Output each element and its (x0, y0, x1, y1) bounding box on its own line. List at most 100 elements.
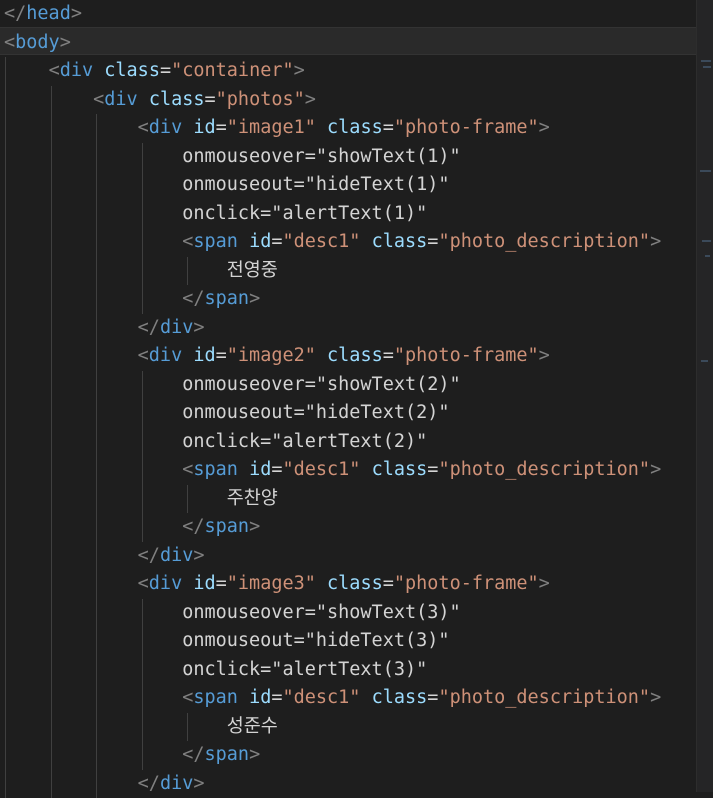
code-token (360, 459, 371, 480)
code-token: "image1" (227, 117, 316, 138)
code-token: class (372, 687, 428, 708)
code-token: onclick="alertText(2)" (4, 431, 427, 452)
code-line[interactable]: onmouseout="hideText(3)" (4, 627, 450, 656)
code-token: onmouseover="showText(2)" (4, 374, 461, 395)
code-line[interactable]: onmouseover="showText(2)" (4, 371, 461, 400)
vertical-scrollbar[interactable] (696, 0, 713, 792)
code-line[interactable]: 성준수 (4, 713, 278, 742)
code-line[interactable]: </div> (4, 314, 205, 343)
code-token: class (372, 231, 428, 252)
code-line[interactable]: <span id="desc1" class="photo_descriptio… (4, 228, 661, 257)
code-token (360, 687, 371, 708)
code-token (182, 573, 193, 594)
code-token: > (71, 3, 82, 24)
code-token (182, 345, 193, 366)
code-token: > (539, 345, 550, 366)
code-token: class (327, 345, 383, 366)
code-line[interactable]: <div id="image1" class="photo-frame"> (4, 114, 550, 143)
code-token: </ (138, 773, 160, 794)
code-line[interactable]: onmouseout="hideText(1)" (4, 171, 450, 200)
code-line[interactable]: onmouseover="showText(3)" (4, 599, 461, 628)
code-token: > (249, 516, 260, 537)
code-line[interactable]: <div class="container"> (4, 57, 305, 86)
code-token: id (193, 345, 215, 366)
code-token: class (327, 573, 383, 594)
code-token (4, 744, 182, 765)
code-token (93, 60, 104, 81)
code-token: onmouseout="hideText(2)" (4, 402, 450, 423)
code-token: "image3" (227, 573, 316, 594)
code-token: > (193, 773, 204, 794)
minimap-mark (705, 255, 710, 257)
code-token (4, 288, 182, 309)
code-line[interactable]: <div id="image2" class="photo-frame"> (4, 342, 550, 371)
code-token: "photo-frame" (394, 573, 539, 594)
code-line[interactable]: </span> (4, 741, 260, 770)
code-token (4, 317, 138, 338)
code-token: = (427, 231, 438, 252)
code-token: "photos" (216, 89, 305, 110)
code-token: div (149, 117, 182, 138)
code-line[interactable]: <span id="desc1" class="photo_descriptio… (4, 456, 661, 485)
code-token: div (160, 317, 193, 338)
code-token: div (160, 773, 193, 794)
code-token: "photo-frame" (394, 117, 539, 138)
code-token: div (60, 60, 93, 81)
code-token: class (327, 117, 383, 138)
code-token: </ (182, 516, 204, 537)
code-token: "container" (171, 60, 294, 81)
code-line[interactable]: </head> (4, 0, 82, 29)
code-token: < (138, 117, 149, 138)
code-line[interactable]: onclick="alertText(2)" (4, 428, 427, 457)
code-line[interactable]: onmouseover="showText(1)" (4, 143, 461, 172)
code-token: = (427, 687, 438, 708)
code-line[interactable]: onmouseout="hideText(2)" (4, 399, 450, 428)
code-token: = (216, 345, 227, 366)
code-token: div (104, 89, 137, 110)
code-token: = (271, 231, 282, 252)
code-token: onclick="alertText(3)" (4, 659, 427, 680)
code-token: span (205, 516, 250, 537)
code-token (182, 117, 193, 138)
code-line[interactable]: onclick="alertText(3)" (4, 656, 427, 685)
code-token: id (193, 117, 215, 138)
code-token: < (138, 345, 149, 366)
code-token: = (271, 459, 282, 480)
code-token: = (216, 117, 227, 138)
code-token: id (249, 687, 271, 708)
code-line[interactable]: </span> (4, 285, 260, 314)
code-line[interactable]: 주찬양 (4, 485, 278, 514)
code-token: = (205, 89, 216, 110)
code-line[interactable]: <div class="photos"> (4, 86, 316, 115)
code-editor[interactable]: </head><body> <div class="container"> <d… (0, 0, 696, 792)
code-line[interactable]: </div> (4, 770, 205, 798)
code-token: > (650, 231, 661, 252)
code-token: class (372, 459, 428, 480)
code-token: > (305, 89, 316, 110)
code-token (316, 345, 327, 366)
code-line[interactable]: <div id="image3" class="photo-frame"> (4, 570, 550, 599)
code-token: span (193, 687, 238, 708)
code-token: "desc1" (282, 459, 360, 480)
code-token: < (182, 459, 193, 480)
code-line[interactable]: 전영중 (4, 257, 278, 286)
code-token (4, 573, 138, 594)
code-token: "photo-frame" (394, 345, 539, 366)
code-token: > (60, 32, 71, 53)
code-token: onmouseout="hideText(3)" (4, 630, 450, 651)
code-token: > (193, 545, 204, 566)
code-token (4, 545, 138, 566)
code-line[interactable]: onclick="alertText(1)" (4, 200, 427, 229)
code-line[interactable]: <span id="desc1" class="photo_descriptio… (4, 684, 661, 713)
code-line[interactable]: </span> (4, 513, 260, 542)
code-token (4, 773, 138, 794)
code-token: "photo_description" (438, 231, 650, 252)
code-token: 주찬양 (4, 488, 278, 509)
minimap-mark (703, 66, 711, 68)
code-token: span (193, 459, 238, 480)
code-line[interactable]: </div> (4, 542, 205, 571)
code-line[interactable]: <body> (4, 29, 71, 58)
code-token (138, 89, 149, 110)
code-token (4, 89, 93, 110)
code-token: </ (138, 317, 160, 338)
